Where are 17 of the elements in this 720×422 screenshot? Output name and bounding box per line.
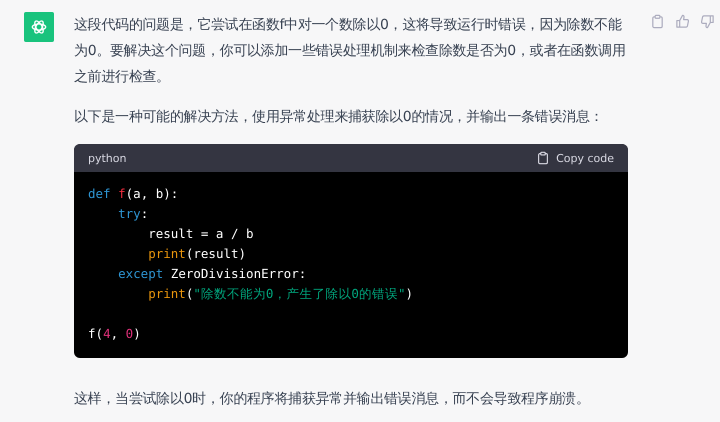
clipboard-icon[interactable]	[650, 14, 665, 29]
code-line: f(4, 0)	[88, 325, 141, 343]
message-paragraph: 以下是一种可能的解决方法，使用异常处理来捕获除以0的情况，并输出一条错误消息：	[74, 108, 604, 127]
code-line: except ZeroDivisionError:	[117, 265, 306, 283]
thumbs-down-icon[interactable]	[700, 14, 715, 29]
assistant-avatar-icon	[24, 12, 54, 42]
thumbs-up-icon[interactable]	[675, 14, 690, 29]
code-line: try:	[117, 205, 148, 223]
code-line: print(result)	[147, 245, 246, 263]
copy-code-button[interactable]: Copy code	[536, 151, 614, 165]
clipboard-icon	[536, 151, 550, 165]
message-paragraph: 这样，当尝试除以0时，你的程序将捕获异常并输出错误消息，而不会导致程序崩溃。	[74, 390, 591, 409]
code-language: python	[88, 152, 126, 164]
code-line: result = a / b	[147, 225, 254, 243]
code-line: def f(a, b):	[88, 185, 178, 203]
message-paragraph: 这段代码的问题是，它尝试在函数f中对一个数除以0，这将导致运行时错误，因为除数不能为0。要解决这个问题，你可以添加一些错误处理机制来检查除数是否为0，或者在函数调用之前进行检查。	[74, 16, 627, 87]
code-line: print("除数不能为0，产生了除以0的错误")	[147, 285, 414, 303]
